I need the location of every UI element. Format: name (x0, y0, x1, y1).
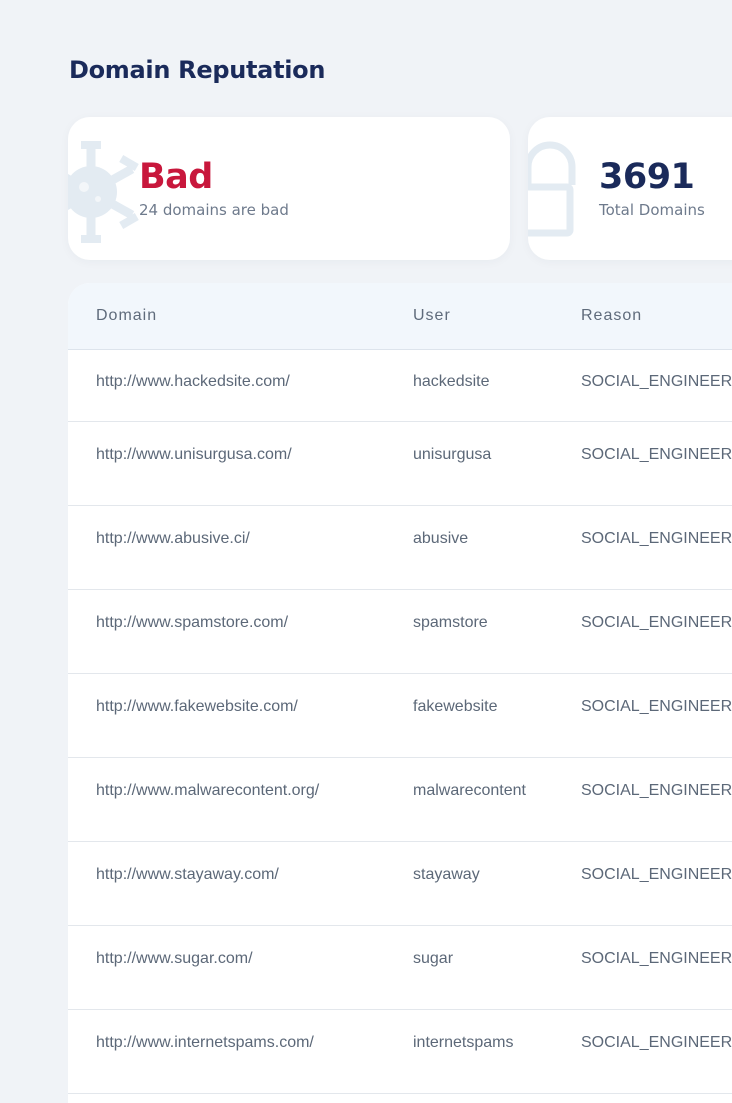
total-domains-value: 3691 (599, 157, 695, 197)
reason-cell: SOCIAL_ENGINEERING (581, 698, 732, 715)
table-row[interactable]: http://www.fakewebsite.com/fakewebsite SO… (68, 674, 732, 758)
reason-cell: SOCIAL_ENGINEERING (581, 782, 732, 799)
domain-cell[interactable]: http://www.hackedsite.com/ (96, 373, 290, 391)
virus-icon (68, 137, 146, 252)
table-row[interactable]: http://www.internetspams.com/internetspa… (68, 1010, 732, 1094)
bad-status-caption: 24 domains are bad (139, 201, 289, 219)
bad-status-value: Bad (139, 157, 213, 197)
domain-cell[interactable]: http://www.spamstore.com/ (96, 614, 288, 632)
lock-icon (528, 137, 584, 252)
table-row[interactable]: http://www.sugar.com/sugar SOCIAL_ENGINEE… (68, 926, 732, 1010)
reason-cell: SOCIAL_ENGINEERING (581, 950, 732, 967)
table-row[interactable]: http://www.malwarecontent.org/malwarecon… (68, 758, 732, 842)
table-body: http://www.hackedsite.com/hackedsite SOCI… (68, 350, 732, 1094)
bad-domains-card: Bad 24 domains are bad (68, 117, 510, 260)
user-cell: spamstore (413, 614, 488, 631)
total-domains-caption: Total Domains (599, 201, 705, 219)
user-cell: stayaway (413, 866, 480, 883)
domain-cell[interactable]: http://www.abusive.ci/ (96, 530, 250, 548)
table-row[interactable]: http://www.unisurgusa.com/unisurgusa SOCI… (68, 422, 732, 506)
user-cell: abusive (413, 530, 469, 547)
domain-cell[interactable]: http://www.internetspams.com/ (96, 1034, 314, 1052)
domain-cell[interactable]: http://www.unisurgusa.com/ (96, 446, 292, 464)
user-cell: hackedsite (413, 373, 490, 390)
table-header: Domain User Reason (68, 283, 732, 350)
domain-cell[interactable]: http://www.malwarecontent.org/ (96, 782, 319, 800)
domain-cell[interactable]: http://www.stayaway.com/ (96, 866, 279, 884)
reason-cell: SOCIAL_ENGINEERING (581, 866, 732, 883)
column-header-user[interactable]: User (413, 307, 451, 325)
reason-cell: SOCIAL_ENGINEERING (581, 1034, 732, 1051)
reason-cell: SOCIAL_ENGINEERING (581, 530, 732, 547)
table-row[interactable]: http://www.spamstore.com/spamstore SOCIAL… (68, 590, 732, 674)
user-cell: unisurgusa (413, 446, 492, 463)
user-cell: sugar (413, 950, 454, 967)
reason-cell: SOCIAL_ENGINEERING (581, 373, 732, 390)
table-row[interactable]: http://www.abusive.ci/abusive SOCIAL_ENGI… (68, 506, 732, 590)
domain-table: Domain User Reason http://www.hackedsite… (68, 283, 732, 1103)
user-cell: malwarecontent (413, 782, 526, 799)
reason-cell: SOCIAL_ENGINEERING (581, 614, 732, 631)
total-domains-card: 3691 Total Domains (528, 117, 732, 260)
table-row[interactable]: http://www.stayaway.com/stayaway SOCIAL_E… (68, 842, 732, 926)
user-cell: internetspams (413, 1034, 514, 1051)
page-title: Domain Reputation (69, 56, 326, 84)
table-row[interactable]: http://www.hackedsite.com/hackedsite SOCI… (68, 350, 732, 422)
reason-cell: SOCIAL_ENGINEERING (581, 446, 732, 463)
column-header-domain[interactable]: Domain (96, 307, 157, 325)
column-header-reason[interactable]: Reason (581, 307, 642, 325)
user-cell: fakewebsite (413, 698, 498, 715)
domain-cell[interactable]: http://www.fakewebsite.com/ (96, 698, 298, 716)
domain-cell[interactable]: http://www.sugar.com/ (96, 950, 253, 968)
